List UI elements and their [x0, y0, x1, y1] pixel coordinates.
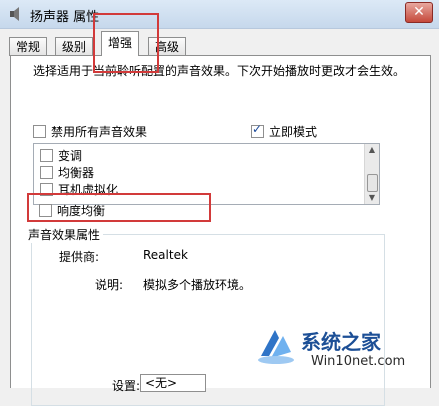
settings-label: 设置:: [112, 379, 141, 393]
tab-strip: 常规 级别 增强 高级: [0, 28, 439, 56]
disable-all-label: 禁用所有声音效果: [51, 125, 148, 139]
watermark-logo-icon: [258, 330, 294, 364]
watermark: 系统之家 Win10net.com: [255, 318, 435, 378]
immediate-mode-checkbox[interactable]: [251, 122, 264, 138]
provider-value: Realtek: [143, 248, 188, 262]
list-scrollbar[interactable]: ▲ ▼: [364, 144, 379, 204]
scroll-thumb[interactable]: [367, 174, 378, 192]
effect-label: 均衡器: [58, 166, 95, 180]
effect-label: 变调: [58, 149, 83, 163]
immediate-mode-label: 立即模式: [269, 125, 318, 139]
disable-all-checkbox[interactable]: [33, 125, 46, 138]
enhancement-description: 选择适用于当前聆听配置的声音效果。下次开始播放时更改才会生效。: [33, 64, 406, 78]
scroll-down-icon[interactable]: ▼: [365, 192, 379, 204]
settings-dropdown[interactable]: <无>: [140, 374, 206, 392]
highlight-box-tab: [93, 13, 159, 73]
tab-levels[interactable]: 级别: [55, 37, 94, 56]
provider-label: 提供商:: [58, 250, 99, 264]
title-bar: 扬声器 属性 ✕: [0, 0, 439, 29]
speaker-icon: [8, 6, 24, 22]
group-title: 声音效果属性: [25, 226, 104, 243]
tab-general[interactable]: 常规: [9, 37, 48, 56]
watermark-brand: 系统之家: [301, 330, 381, 354]
scroll-up-icon[interactable]: ▲: [365, 144, 379, 156]
effect-checkbox[interactable]: [40, 149, 53, 162]
effect-checkbox[interactable]: [40, 166, 53, 179]
list-item[interactable]: 均衡器: [40, 164, 94, 181]
disable-all-effects-option[interactable]: 禁用所有声音效果: [33, 123, 147, 140]
description-label: 说明:: [94, 278, 123, 292]
close-button[interactable]: ✕: [405, 2, 433, 23]
immediate-mode-option[interactable]: 立即模式: [251, 122, 318, 140]
close-icon: ✕: [413, 4, 425, 20]
speaker-properties-window: 扬声器 属性 ✕ 常规 级别 增强 高级 选择适用于当前聆听配置的声音效果。下次…: [0, 0, 439, 406]
list-item[interactable]: 变调: [40, 147, 82, 164]
window-title: 扬声器 属性: [30, 10, 100, 25]
description-value: 模拟多个播放环境。: [143, 278, 252, 292]
watermark-url: Win10net.com: [311, 354, 406, 369]
highlight-box-loudness: [27, 193, 211, 222]
